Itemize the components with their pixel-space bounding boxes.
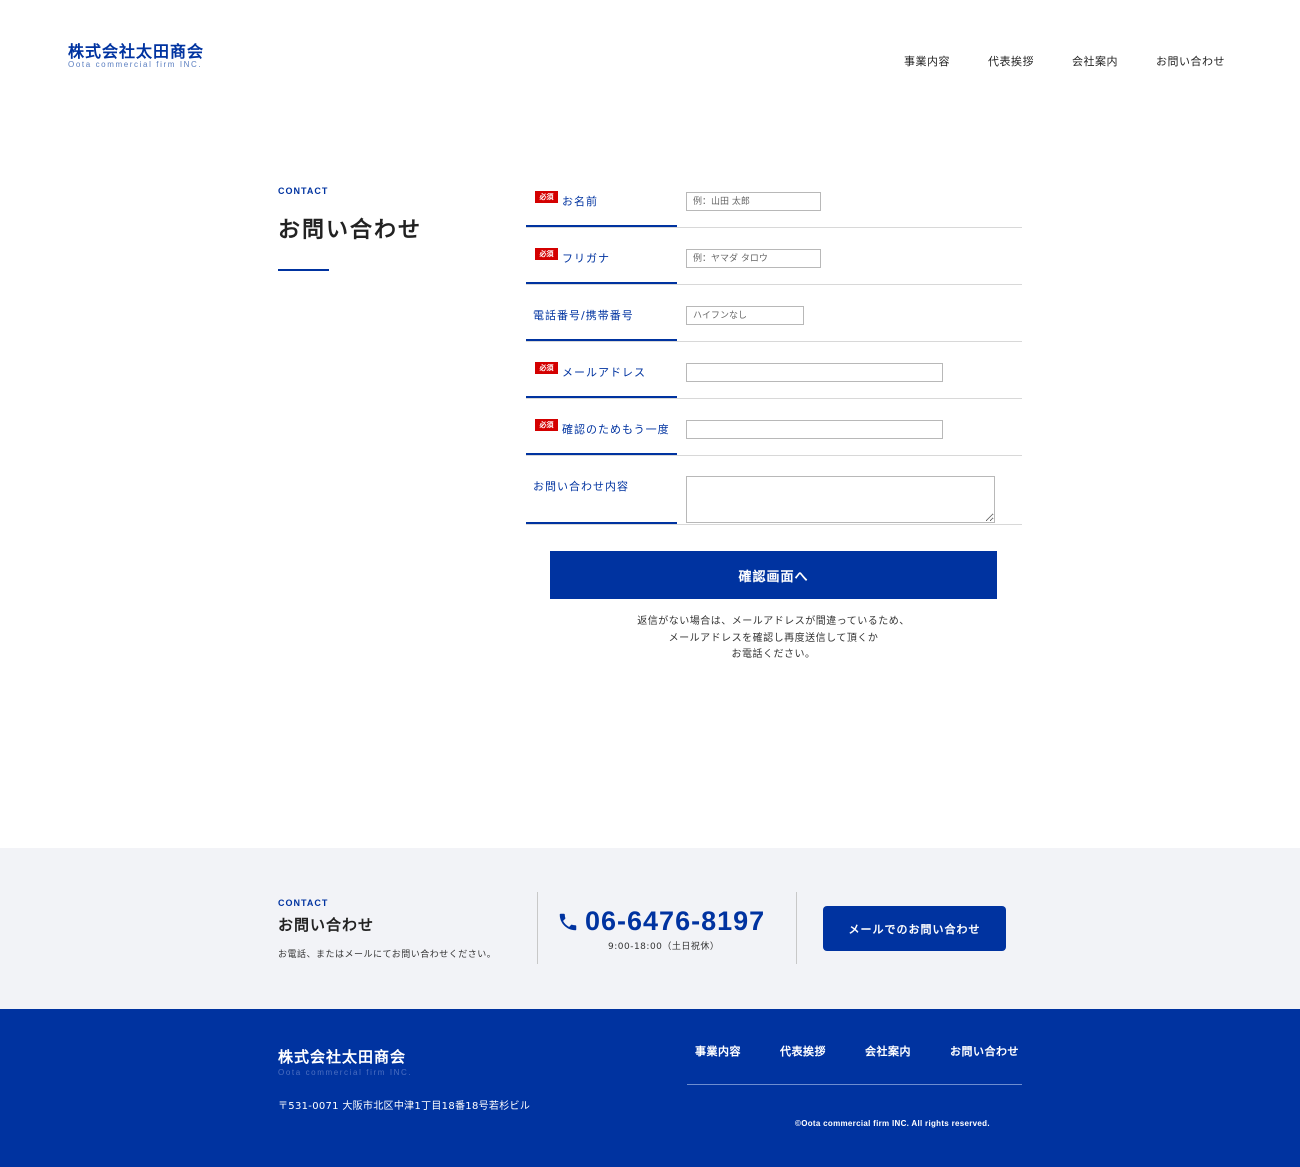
nav-link-business[interactable]: 事業内容 — [904, 53, 950, 69]
confirm-button[interactable]: 確認画面へ — [550, 551, 997, 599]
label-cell: 必須 メールアドレス — [526, 342, 677, 398]
band-divider — [537, 892, 538, 964]
field-label: お問い合わせ内容 — [533, 480, 629, 493]
logo-japanese[interactable]: 株式会社太田商会 — [68, 38, 204, 62]
label-cell: 電話番号/携帯番号 — [526, 285, 677, 341]
form-row-phone: 電話番号/携帯番号 — [526, 285, 1022, 342]
title-underline — [278, 269, 329, 271]
required-badge: 必須 — [535, 419, 558, 431]
copyright: ©Oota commercial firm INC. All rights re… — [795, 1119, 990, 1128]
note-line: お電話ください。 — [731, 649, 816, 660]
form-row-name: 必須 お名前 — [526, 171, 1022, 228]
phone-link[interactable]: 06-6476-8197 — [557, 906, 765, 937]
nav-link-contact[interactable]: お問い合わせ — [1156, 53, 1225, 69]
required-badge: 必須 — [535, 191, 558, 203]
footer-logo-english: Oota commercial firm INC. — [278, 1068, 413, 1077]
site-footer — [0, 1009, 1300, 1167]
header-nav: 事業内容 代表挨拶 会社案内 お問い合わせ — [866, 53, 1225, 69]
form-row-email-confirm: 必須 確認のためもう一度 — [526, 399, 1022, 456]
band-title: お問い合わせ — [278, 916, 375, 934]
field-label: 電話番号/携帯番号 — [533, 309, 634, 322]
footer-nav: 事業内容 代表挨拶 会社案内 お問い合わせ — [695, 1043, 1019, 1059]
footer-link-business[interactable]: 事業内容 — [695, 1043, 741, 1059]
label-cell: 必須 フリガナ — [526, 228, 677, 284]
page-title: お問い合わせ — [278, 218, 423, 243]
footer-divider — [687, 1084, 1022, 1085]
message-textarea[interactable] — [686, 476, 995, 523]
footer-link-greeting[interactable]: 代表挨拶 — [780, 1043, 826, 1059]
form-row-furigana: 必須 フリガナ — [526, 228, 1022, 285]
band-description: お電話、またはメールにてお問い合わせください。 — [278, 950, 497, 960]
required-badge: 必須 — [535, 362, 558, 374]
phone-icon — [559, 913, 577, 930]
note-line: メールアドレスを確認し再度送信して頂くか — [668, 632, 879, 644]
email-input[interactable] — [686, 363, 943, 382]
field-label: フリガナ — [562, 252, 610, 265]
phone-input[interactable] — [686, 306, 804, 325]
form-row-message: お問い合わせ内容 — [526, 456, 1022, 525]
label-cell: 必須 確認のためもう一度 — [526, 399, 677, 455]
furigana-input[interactable] — [686, 249, 821, 268]
email-confirm-input[interactable] — [686, 420, 943, 439]
contact-form: 必須 お名前 必須 フリガナ 電話番号/携帯番号 必須 メールアドレス 必須 確… — [526, 171, 1022, 525]
note-line: 返信がない場合は、メールアドレスが間違っているため、 — [637, 616, 910, 627]
field-label: メールアドレス — [562, 366, 646, 379]
label-cell: お問い合わせ内容 — [526, 456, 677, 524]
band-eyebrow: CONTACT — [278, 898, 329, 908]
form-note: 返信がない場合は、メールアドレスが間違っているため、 メールアドレスを確認し再度… — [550, 614, 997, 664]
form-row-email: 必須 メールアドレス — [526, 342, 1022, 399]
field-label: 確認のためもう一度 — [562, 423, 670, 436]
footer-link-company[interactable]: 会社案内 — [865, 1043, 911, 1059]
phone-number[interactable]: 06-6476-8197 — [585, 906, 765, 937]
footer-address: 〒531-0071 大阪市北区中津1丁目18番18号若杉ビル — [278, 1101, 531, 1112]
footer-link-contact[interactable]: お問い合わせ — [950, 1043, 1019, 1059]
label-cell: 必須 お名前 — [526, 171, 677, 227]
section-eyebrow: CONTACT — [278, 186, 329, 196]
band-divider — [796, 892, 797, 964]
nav-link-company[interactable]: 会社案内 — [1072, 53, 1118, 69]
field-label: お名前 — [562, 195, 598, 208]
name-input[interactable] — [686, 192, 821, 211]
logo-english: Oota commercial firm INC. — [68, 60, 203, 69]
business-hours: 9:00-18:00（土日祝休） — [608, 942, 720, 952]
mail-contact-button[interactable]: メールでのお問い合わせ — [823, 906, 1006, 951]
required-badge: 必須 — [535, 248, 558, 260]
footer-logo-japanese[interactable]: 株式会社太田商会 — [278, 1046, 406, 1067]
nav-link-greeting[interactable]: 代表挨拶 — [988, 53, 1034, 69]
